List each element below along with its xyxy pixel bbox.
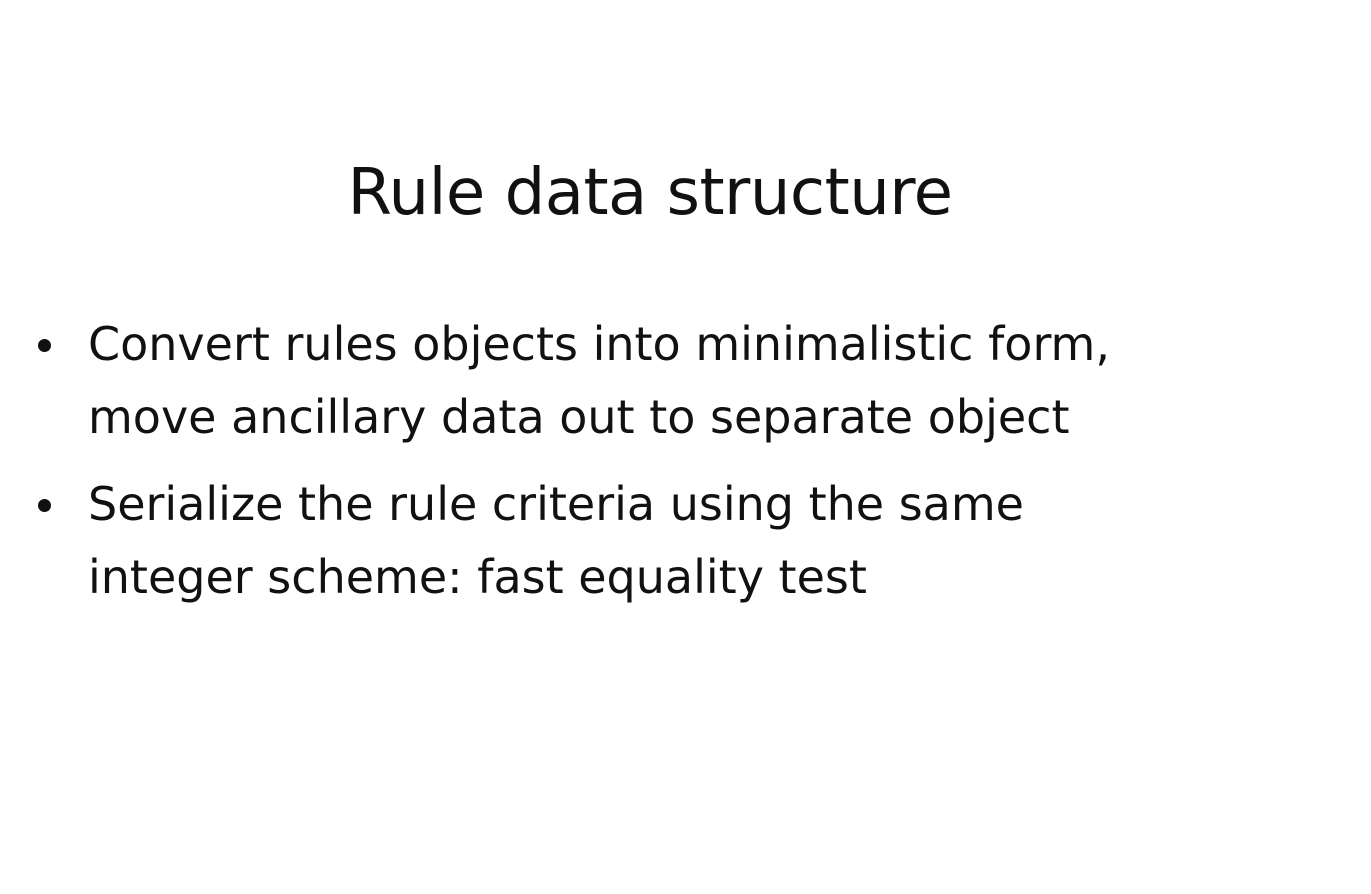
bullet-text-line: Serialize the rule criteria using the sa… [88,477,1024,531]
bullet-text-line: move ancillary data out to separate obje… [88,390,1070,444]
bullet-text-line: Convert rules objects into minimalistic … [88,317,1110,371]
bullet-list: Convert rules objects into minimalistic … [28,308,1348,628]
bullet-item-2: Serialize the rule criteria using the sa… [28,468,1348,614]
bullet-item-1: Convert rules objects into minimalistic … [28,308,1348,454]
bullet-dot-icon [38,499,51,512]
bullet-text-line: integer scheme: fast equality test [88,550,867,604]
slide: Rule data structure Convert rules object… [0,0,1371,894]
slide-title: Rule data structure [347,156,953,230]
bullet-dot-icon [38,339,51,352]
